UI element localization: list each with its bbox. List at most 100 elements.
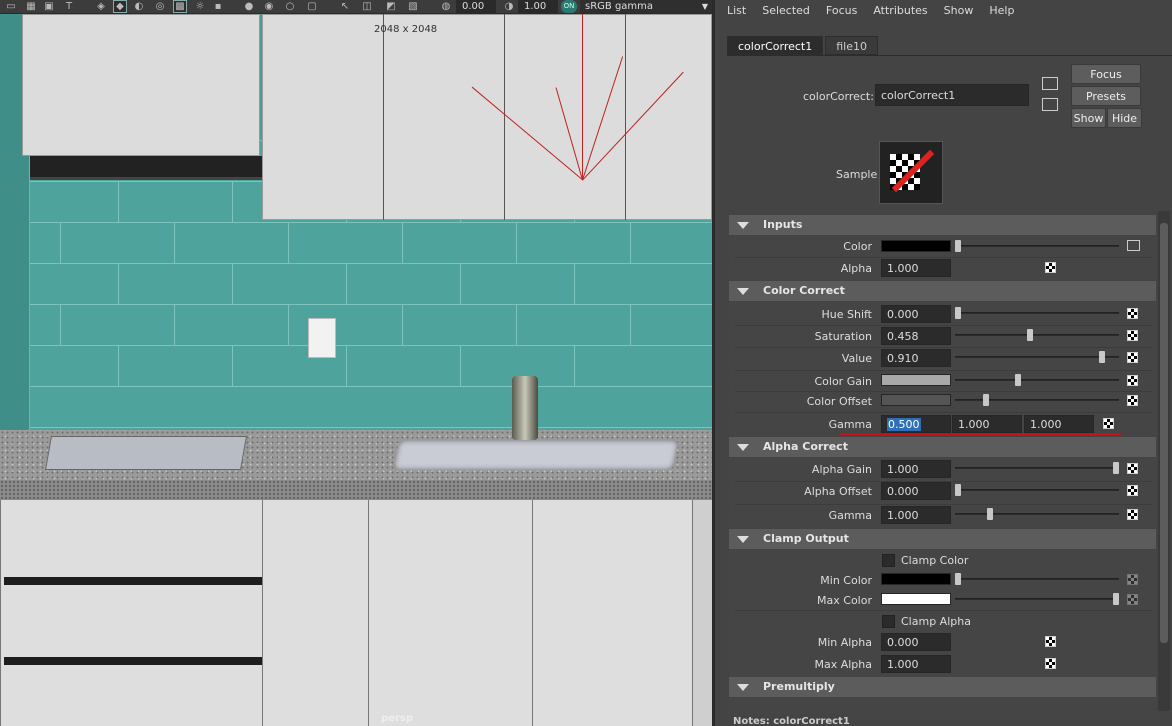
hue-shift-field[interactable]: 0.000 [881,305,951,323]
max-color-swatch[interactable] [881,593,951,605]
view-transform-dropdown[interactable]: sRGB gamma ▼ [580,0,712,13]
max-alpha-field[interactable]: 1.000 [881,655,951,673]
saturation-slider[interactable] [955,329,1119,341]
map-color-gain-icon[interactable] [1127,375,1138,386]
alpha-gamma-slider[interactable] [955,508,1119,520]
shaded-wireframe-icon[interactable]: ◐ [132,0,146,13]
input-connections-icon[interactable] [1042,77,1058,90]
lights-icon[interactable]: ☼ [193,0,207,13]
map-alpha-gamma-icon[interactable] [1127,509,1138,520]
alpha-gain-slider[interactable] [955,462,1119,474]
map-max-alpha-icon[interactable] [1045,658,1056,669]
slider-knob[interactable] [1113,593,1119,605]
select-camera-icon[interactable]: ▭ [4,0,18,13]
sample-swatch[interactable] [879,141,943,204]
map-max-color-icon[interactable] [1127,594,1138,605]
color-gain-swatch[interactable] [881,374,951,386]
gamma-icon[interactable]: ◑ [502,0,516,13]
map-alpha-offset-icon[interactable] [1127,485,1138,496]
ssao-icon[interactable]: ● [242,0,256,13]
hue-shift-slider[interactable] [955,307,1119,319]
min-alpha-field[interactable]: 0.000 [881,633,951,651]
exposure-field[interactable]: 0.00 [456,0,496,13]
max-color-slider[interactable] [955,593,1119,605]
clamp-alpha-checkbox[interactable] [882,615,895,628]
gamma-field[interactable]: 1.00 [518,0,558,13]
film-gate-icon[interactable]: ▦ [24,0,38,13]
alpha-offset-slider[interactable] [955,484,1119,496]
slider-knob[interactable] [955,573,961,585]
shadows-icon[interactable]: ▪ [211,0,225,13]
section-alpha-correct[interactable]: Alpha Correct [729,437,1156,457]
color-slider[interactable] [955,240,1119,252]
menu-show[interactable]: Show [944,0,974,22]
map-min-color-icon[interactable] [1127,574,1138,585]
slider-knob[interactable] [983,394,989,406]
antialias-icon[interactable]: ○ [283,0,297,13]
color-swatch[interactable] [881,240,951,252]
menu-help[interactable]: Help [989,0,1014,22]
grid-icon[interactable]: ▧ [406,0,420,13]
map-color-offset-icon[interactable] [1127,395,1138,406]
presets-button[interactable]: Presets [1071,86,1141,106]
isolate-select-icon[interactable]: ↖ [338,0,352,13]
viewport-panel[interactable]: 2048 x 2048 persp ▭ ▦ ▣ T ◈ ◆ ◐ ◎ ▩ ☼ ▪ … [0,0,712,726]
output-connections-icon[interactable] [1042,98,1058,111]
focus-button[interactable]: Focus [1071,64,1141,84]
alpha-field[interactable]: 1.000 [881,259,951,277]
slider-knob[interactable] [955,307,961,319]
menu-selected[interactable]: Selected [762,0,810,22]
resolution-gate-icon[interactable]: ▣ [42,0,56,13]
dof-icon[interactable]: ▢ [305,0,319,13]
slider-knob[interactable] [1099,351,1105,363]
editor-scrollbar[interactable] [1158,211,1170,711]
exposure-icon[interactable]: ◍ [439,0,453,13]
section-premultiply[interactable]: Premultiply [729,677,1156,697]
section-inputs[interactable]: Inputs [729,215,1156,235]
slider-knob[interactable] [1113,462,1119,474]
motion-blur-icon[interactable]: ◉ [262,0,276,13]
alpha-gamma-field[interactable]: 1.000 [881,506,951,524]
xray-active-icon[interactable]: ◩ [384,0,398,13]
menu-focus[interactable]: Focus [826,0,857,22]
alpha-offset-field[interactable]: 0.000 [881,482,951,500]
slider-knob[interactable] [1027,329,1033,341]
map-min-alpha-icon[interactable] [1045,636,1056,647]
textured-icon[interactable]: ▩ [173,0,187,13]
gamma-g-field[interactable]: 1.000 [952,415,1022,433]
scrollbar-thumb[interactable] [1160,223,1168,643]
map-value-icon[interactable] [1127,352,1138,363]
connect-input-icon[interactable] [1127,240,1140,251]
slider-knob[interactable] [955,484,961,496]
map-saturation-icon[interactable] [1127,330,1138,341]
xray-joints-icon[interactable]: ◫ [360,0,374,13]
map-alpha-icon[interactable] [1045,262,1056,273]
slider-knob[interactable] [987,508,993,520]
tab-file10[interactable]: file10 [825,36,878,55]
min-color-swatch[interactable] [881,573,951,585]
gamma-r-field[interactable]: 0.500 [881,415,951,433]
menu-attributes[interactable]: Attributes [873,0,927,22]
tab-colorcorrect1[interactable]: colorCorrect1 [727,36,824,55]
color-offset-slider[interactable] [955,394,1119,406]
color-management-toggle[interactable]: ON [561,0,577,13]
map-gamma-icon[interactable] [1103,418,1114,429]
alpha-gain-field[interactable]: 1.000 [881,460,951,478]
section-clamp-output[interactable]: Clamp Output [729,529,1156,549]
map-alpha-gain-icon[interactable] [1127,463,1138,474]
smooth-shade-icon[interactable]: ◆ [113,0,127,13]
texture-icon[interactable]: T [62,0,76,13]
map-hue-shift-icon[interactable] [1127,308,1138,319]
slider-knob[interactable] [1015,374,1021,386]
wireframe-icon[interactable]: ◈ [94,0,108,13]
clamp-color-checkbox[interactable] [882,554,895,567]
xray-icon[interactable]: ◎ [153,0,167,13]
slider-knob[interactable] [955,240,961,252]
section-color-correct[interactable]: Color Correct [729,281,1156,301]
node-name-field[interactable]: colorCorrect1 [875,84,1029,106]
menu-list[interactable]: List [727,0,746,22]
color-gain-slider[interactable] [955,374,1119,386]
gamma-b-field[interactable]: 1.000 [1024,415,1094,433]
value-field[interactable]: 0.910 [881,349,951,367]
show-button[interactable]: Show [1071,108,1106,128]
